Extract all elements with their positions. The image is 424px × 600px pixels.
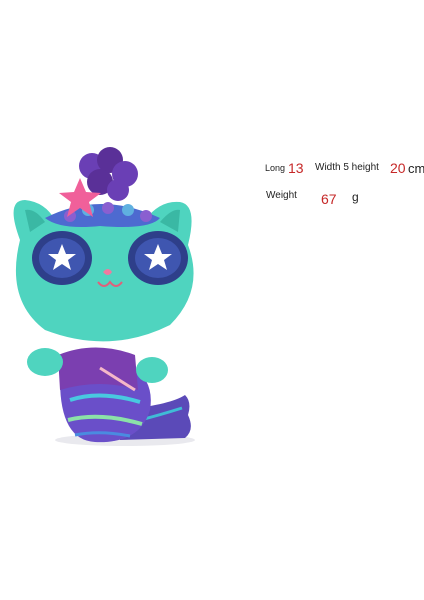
weight-value: 67 <box>321 191 337 207</box>
length-unit: cm <box>408 161 424 176</box>
long-value: 13 <box>288 160 304 176</box>
height-value: 20 <box>390 160 406 176</box>
mermaid-cat-plush-icon <box>13 147 195 446</box>
long-label: Long <box>265 163 286 173</box>
weight-label: Weight <box>266 190 297 201</box>
product-photo <box>0 140 220 460</box>
width-height-label: Width 5 height <box>315 162 379 173</box>
weight-unit: g <box>352 190 359 204</box>
